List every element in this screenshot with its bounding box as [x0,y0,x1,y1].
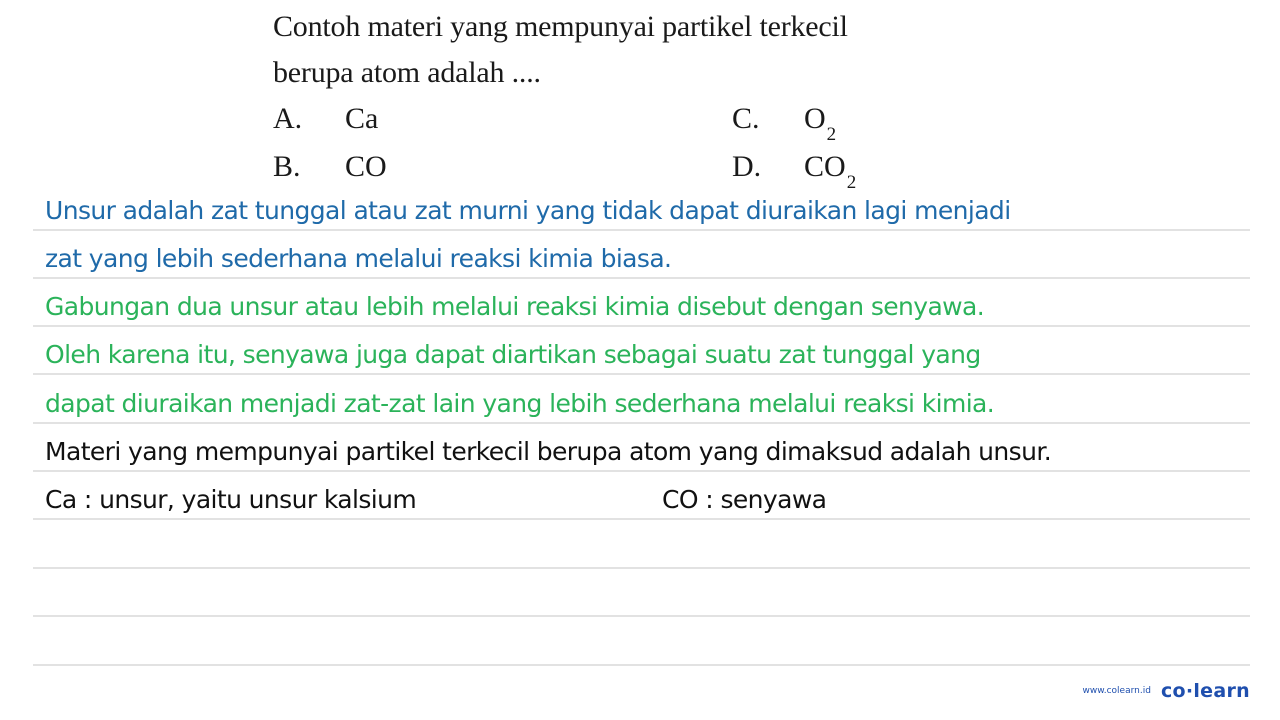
answer-line-3: Gabungan dua unsur atau lebih melalui re… [45,292,985,321]
question-text-line-2: berupa atom adalah .... [273,56,541,89]
ruled-line [33,615,1250,617]
option-b-formula: CO [345,150,387,183]
option-c: C. O2 [732,102,836,146]
ruled-line [33,422,1250,424]
footer-branding: www.colearn.id co·learn [1082,680,1250,702]
ruled-line [33,373,1250,375]
answer-line-1: Unsur adalah zat tunggal atau zat murni … [45,196,1011,225]
option-d-label: D. [732,150,762,183]
option-a: A. Ca [273,102,378,136]
colearn-logo: co·learn [1160,680,1250,702]
answer-line-5: dapat diuraikan menjadi zat-zat lain yan… [45,389,995,418]
option-d-formula: CO [804,150,846,183]
ruled-line [33,277,1250,279]
question-text-line-1: Contoh materi yang mempunyai partikel te… [273,10,848,43]
option-d: D. CO2 [732,150,856,194]
option-a-label: A. [273,102,303,135]
option-d-subscript: 2 [846,172,857,193]
answer-line-co: CO : senyawa [662,485,827,514]
answer-line-2: zat yang lebih sederhana melalui reaksi … [45,244,672,273]
answer-line-4: Oleh karena itu, senyawa juga dapat diar… [45,340,981,369]
answer-line-ca: Ca : unsur, yaitu unsur kalsium [45,485,417,514]
option-b-label: B. [273,150,301,183]
ruled-line [33,229,1250,231]
option-a-formula: Ca [345,102,379,135]
option-c-formula: O [804,102,826,135]
option-b: B. CO [273,150,387,184]
footer-url: www.colearn.id [1082,686,1151,696]
answer-line-6: Materi yang mempunyai partikel terkecil … [45,437,1052,466]
ruled-line [33,470,1250,472]
ruled-line [33,567,1250,569]
ruled-line [33,325,1250,327]
option-c-label: C. [732,102,760,135]
option-c-subscript: 2 [826,124,837,145]
ruled-line [33,518,1250,520]
ruled-line [33,664,1250,666]
